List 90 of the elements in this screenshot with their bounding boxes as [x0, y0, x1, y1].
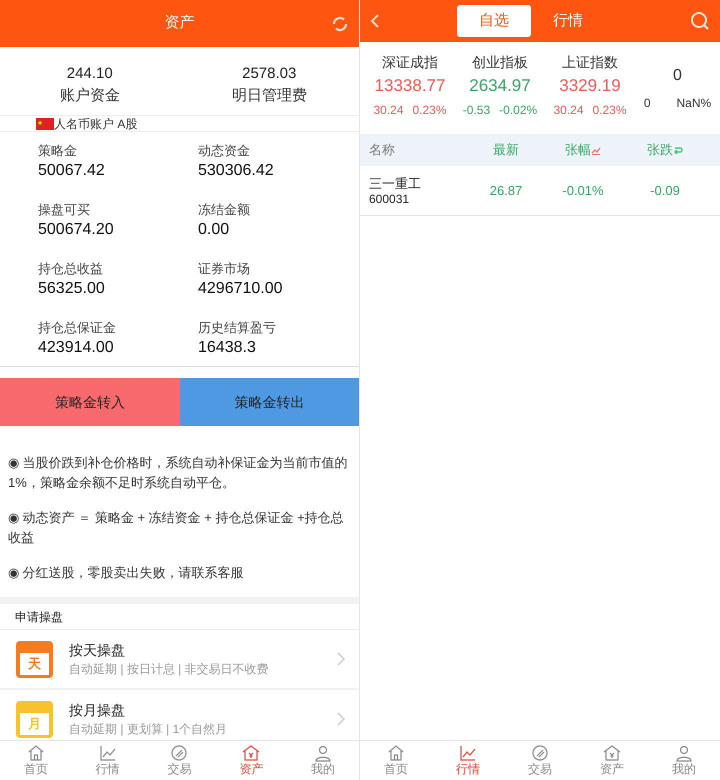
column-header[interactable]: 张幅 [565, 140, 591, 160]
tab-bar-item[interactable]: 行情 [72, 741, 144, 780]
slashed-circle-icon [531, 744, 549, 762]
header-tab[interactable]: 自选 [457, 5, 531, 37]
calendar-icon: 天 [16, 640, 53, 678]
line-chart-icon [459, 744, 477, 762]
calendar-icon: 月 [16, 700, 53, 738]
field-value: 530306.42 [198, 161, 275, 181]
line-chart-icon [98, 744, 117, 762]
index-percent: 0.23% [412, 102, 447, 119]
section-title: 申请操盘 [15, 608, 63, 626]
plan-title: 按月操盘 [69, 701, 126, 720]
slashed-circle-icon [170, 744, 188, 762]
index-price: 0 [673, 66, 682, 86]
stock-code: 600031 [369, 192, 410, 206]
field-label: 持仓总收益 [38, 260, 104, 278]
tab-bar-item[interactable]: 我的 [648, 741, 720, 780]
field-value: 56325.00 [38, 279, 106, 299]
index-name: 创业指板 [472, 53, 528, 72]
index-change: 30.24 [553, 102, 584, 119]
refresh-icon[interactable] [331, 15, 349, 33]
summary-label: 账户资金 [60, 86, 120, 106]
back-icon[interactable] [370, 14, 380, 28]
index-price: 3329.19 [559, 75, 621, 97]
plan-subtitle: 自动延期 | 更划算 | 1个自然月 [69, 721, 228, 738]
transfer-button[interactable]: 策略金转入 [0, 378, 180, 426]
index-change: 30.24 [373, 102, 404, 119]
field-value: 4296710.00 [198, 279, 284, 299]
header-tab[interactable]: 行情 [531, 5, 605, 37]
field-value: 423914.00 [38, 338, 115, 358]
house-yen-icon [242, 744, 260, 762]
index-change: 0 [644, 95, 650, 112]
plan-title: 按天操盘 [69, 641, 126, 660]
latest-price: 26.87 [488, 182, 524, 200]
tab-bar-item[interactable]: 资产 [215, 741, 288, 780]
home-icon [387, 744, 405, 762]
index-percent: 0.23% [592, 102, 627, 119]
account-label: 人名币账户 A股 [54, 116, 138, 132]
note-text: ◉ 分红送股，零股卖出失败，请联系客服 [8, 564, 245, 582]
tab-bar-item[interactable]: 首页 [360, 741, 432, 780]
plan-row[interactable]: 天 按天操盘 自动延期 | 按日计息 | 非交易日不收费 [0, 630, 359, 690]
field-label: 历史结算盈亏 [198, 319, 277, 337]
index-name: 深证成指 [382, 53, 438, 72]
index-price: 13338.77 [374, 75, 446, 97]
field-label: 动态资金 [198, 142, 251, 160]
tab-bar-item[interactable]: 首页 [0, 741, 72, 780]
chevron-right-icon [337, 712, 345, 726]
field-label: 证券市场 [198, 260, 251, 278]
summary-label: 明日管理费 [232, 86, 307, 106]
note-text: ◉ 动态资产 ＝ 策略金 + 冻结资金 + 持仓总保证金 +持仓总收益 [8, 509, 345, 547]
trend-up-icon [591, 145, 601, 155]
person-icon [675, 744, 693, 762]
column-header[interactable]: 名称 [369, 142, 395, 158]
note-text: ◉ 当股价跌到补仓价格时，系统自动补保证金为当前市值的1%，策略金余额不足时系统自动平仓。 [8, 454, 349, 492]
field-label: 策略金 [38, 142, 78, 160]
chevron-right-icon [337, 652, 345, 666]
tab-bar-item[interactable]: 行情 [432, 741, 504, 780]
index-percent: NaN% [676, 95, 712, 112]
home-icon [26, 744, 45, 762]
field-label: 持仓总保证金 [38, 319, 117, 337]
screen-title: 资产 [164, 13, 194, 34]
field-value: 50067.42 [38, 161, 106, 181]
transfer-button[interactable]: 策略金转出 [180, 378, 359, 426]
tab-bar-item[interactable]: 交易 [504, 741, 576, 780]
field-value: 16438.3 [198, 338, 257, 358]
stock-row[interactable]: 三一重工 600031 26.87 -0.01% -0.09 [360, 166, 720, 216]
return-arrow-icon [673, 145, 683, 155]
field-value: 0.00 [198, 220, 230, 240]
tab-bar-item[interactable]: 资产 [576, 741, 648, 780]
column-header[interactable]: 张跌 [647, 140, 673, 160]
house-yen-icon [603, 744, 621, 762]
field-label: 冻结金额 [198, 201, 251, 219]
summary-value: 244.10 [66, 64, 113, 84]
index-percent: -0.02% [499, 102, 538, 119]
tab-bar-item[interactable]: 我的 [287, 741, 359, 780]
field-label: 操盘可买 [38, 201, 91, 219]
index-name: 上证指数 [562, 53, 618, 72]
flag-icon [36, 118, 54, 130]
person-icon [314, 744, 332, 762]
stock-name: 三一重工 [369, 174, 422, 192]
summary-value: 2578.03 [242, 64, 296, 84]
change-percent: -0.01% [561, 182, 605, 200]
plan-subtitle: 自动延期 | 按日计息 | 非交易日不收费 [69, 661, 270, 678]
index-change: -0.53 [462, 102, 490, 119]
field-value: 500674.20 [38, 220, 115, 240]
column-header[interactable]: 最新 [493, 142, 519, 158]
change-value: -0.09 [649, 182, 681, 200]
search-icon[interactable] [690, 11, 710, 31]
index-price: 2634.97 [469, 75, 531, 97]
tab-bar-item[interactable]: 交易 [144, 741, 216, 780]
